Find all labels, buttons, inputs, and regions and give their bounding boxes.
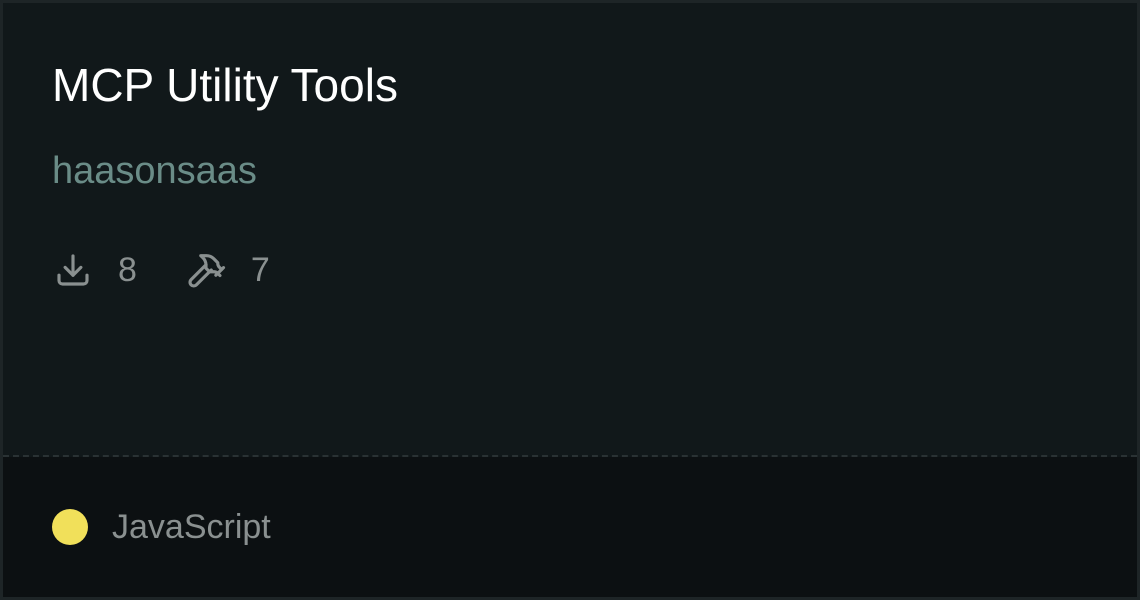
hammer-icon [185,249,227,291]
card-footer: JavaScript [3,457,1137,597]
card-header: MCP Utility Tools haasonsaas 8 7 [3,3,1137,455]
language-color-dot [52,509,88,545]
tools-stat: 7 [185,249,270,291]
language-name: JavaScript [112,508,271,546]
language-indicator: JavaScript [52,509,271,545]
card-author[interactable]: haasonsaas [52,150,257,193]
download-icon [52,249,94,291]
card-stats: 8 7 [52,247,318,293]
repo-card[interactable]: MCP Utility Tools haasonsaas 8 7 JavaScr… [0,0,1140,600]
card-title[interactable]: MCP Utility Tools [52,60,398,111]
downloads-count: 8 [118,251,137,289]
downloads-stat: 8 [52,249,137,291]
tools-count: 7 [250,251,270,289]
